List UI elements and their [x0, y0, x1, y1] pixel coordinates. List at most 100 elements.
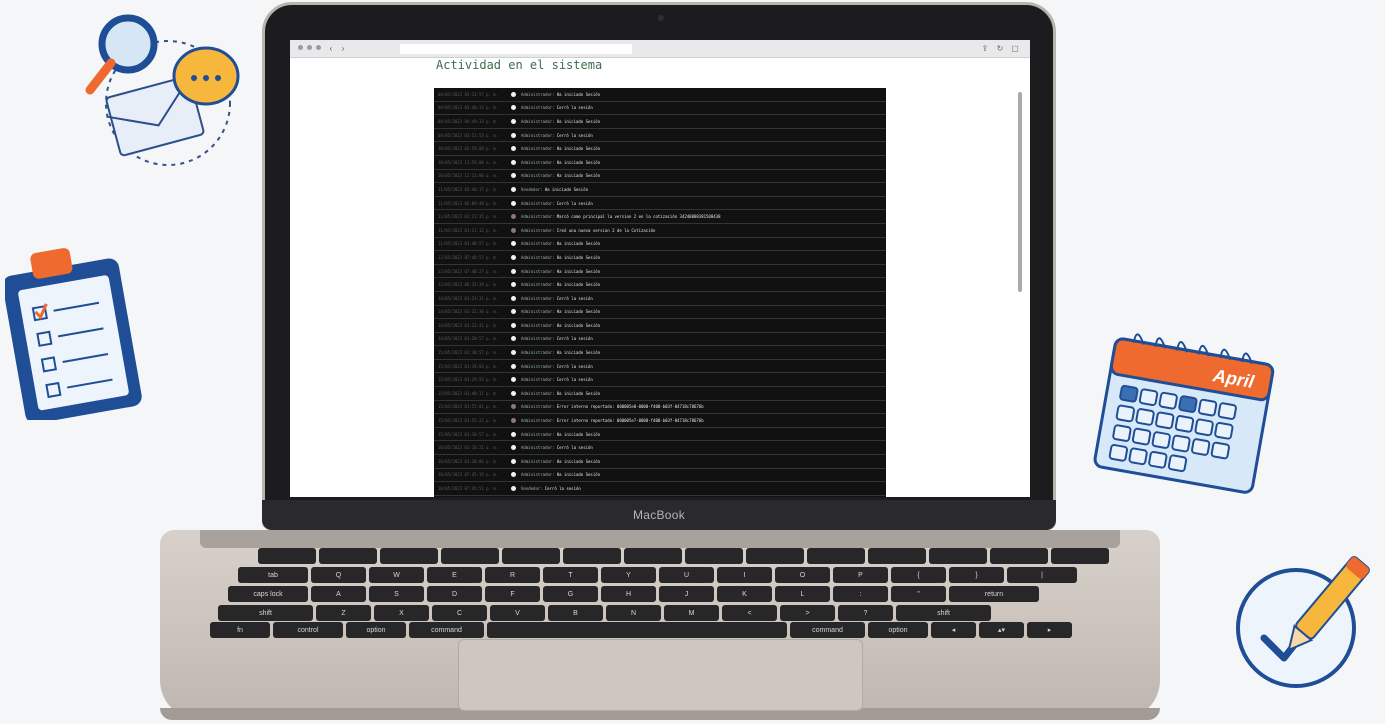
- keyboard-key[interactable]: [990, 548, 1048, 564]
- keyboard-key[interactable]: [929, 548, 987, 564]
- keyboard-key[interactable]: ": [891, 586, 946, 602]
- keyboard-key[interactable]: ?: [838, 605, 893, 621]
- keyboard-key[interactable]: [563, 548, 621, 564]
- keyboard-key[interactable]: [258, 548, 316, 564]
- keyboard-key[interactable]: I: [717, 567, 772, 583]
- keyboard-key[interactable]: V: [490, 605, 545, 621]
- log-message: Ha iniciado Sesión: [556, 241, 601, 247]
- keyboard-key[interactable]: [746, 548, 804, 564]
- keyboard-key[interactable]: [487, 622, 787, 638]
- keyboard-key[interactable]: C: [432, 605, 487, 621]
- keyboard-key[interactable]: ◂: [931, 622, 976, 638]
- maximize-dot[interactable]: [316, 45, 321, 50]
- keyboard-key[interactable]: H: [601, 586, 656, 602]
- keyboard-key[interactable]: }: [949, 567, 1004, 583]
- keyboard-key[interactable]: B: [548, 605, 603, 621]
- log-timestamp: 11/05/2023 01:21:35 p. m.: [438, 214, 499, 220]
- keyboard-key[interactable]: A: [311, 586, 366, 602]
- keyboard-key[interactable]: caps lock: [228, 586, 308, 602]
- log-message: Ha iniciado Sesión: [556, 282, 601, 288]
- activity-log: 04/05/2023 03:13:57 p. m. Administrador: H…: [434, 88, 886, 497]
- log-timestamp: 16/05/2023 01:20:06 p. m.: [438, 458, 499, 464]
- keyboard-key[interactable]: Z: [316, 605, 371, 621]
- keyboard-key[interactable]: option: [868, 622, 928, 638]
- log-actor: Administrador:: [521, 173, 555, 179]
- keyboard-key[interactable]: ▴▾: [979, 622, 1024, 638]
- close-dot[interactable]: [298, 45, 303, 50]
- keyboard-key[interactable]: L: [775, 586, 830, 602]
- keyboard-key[interactable]: tab: [238, 567, 308, 583]
- keyboard-key[interactable]: [868, 548, 926, 564]
- trackpad[interactable]: [458, 639, 863, 711]
- keyboard-key[interactable]: [319, 548, 377, 564]
- keyboard-key[interactable]: X: [374, 605, 429, 621]
- keyboard-key[interactable]: [441, 548, 499, 564]
- log-actor: Administrador:: [521, 309, 555, 315]
- log-actor: Administrador:: [521, 363, 555, 369]
- keyboard-key[interactable]: |: [1007, 567, 1077, 583]
- keyboard-key[interactable]: [624, 548, 682, 564]
- minimize-dot[interactable]: [307, 45, 312, 50]
- keyboard-key[interactable]: fn: [210, 622, 270, 638]
- back-button[interactable]: ‹: [326, 43, 336, 53]
- keyboard-key[interactable]: O: [775, 567, 830, 583]
- reload-icon[interactable]: ↻: [995, 43, 1005, 53]
- log-row: 15/05/2023 01:55:22 p. m. Administrador: E…: [434, 414, 886, 428]
- keyboard-key[interactable]: {: [891, 567, 946, 583]
- keyboard-row-modifiers: fn control option command command option ◂ ▴▾ ▸: [210, 622, 1072, 638]
- status-dot-icon: [511, 486, 516, 492]
- keyboard-key[interactable]: control: [273, 622, 343, 638]
- keyboard-key[interactable]: [502, 548, 560, 564]
- keyboard-key[interactable]: S: [369, 586, 424, 602]
- scrollbar[interactable]: [1018, 92, 1022, 292]
- status-dot-icon: [511, 186, 516, 192]
- keyboard-key[interactable]: [685, 548, 743, 564]
- status-dot-icon: [511, 268, 516, 274]
- status-dot-icon: [511, 377, 516, 383]
- log-message: Ha iniciado Sesión: [556, 431, 601, 437]
- keyboard-key[interactable]: Q: [311, 567, 366, 583]
- log-timestamp: 10/05/2023 12:11:06 p. m.: [438, 173, 499, 179]
- keyboard-key[interactable]: shift: [896, 605, 991, 621]
- keyboard-key[interactable]: <: [722, 605, 777, 621]
- tabs-icon[interactable]: ▢: [1010, 43, 1020, 53]
- forward-button[interactable]: ›: [338, 43, 348, 53]
- keyboard-key[interactable]: U: [659, 567, 714, 583]
- keyboard-key[interactable]: M: [664, 605, 719, 621]
- keyboard-key[interactable]: command: [790, 622, 865, 638]
- keyboard-key[interactable]: command: [409, 622, 484, 638]
- calendar-illustration: April: [1093, 333, 1275, 494]
- log-actor: Administrador:: [521, 322, 555, 328]
- status-dot-icon: [511, 159, 516, 165]
- keyboard-key[interactable]: N: [606, 605, 661, 621]
- keyboard: tab Q W E R T Y U I O P{} | caps lock A S D F G H J K L: " ret…: [210, 548, 1110, 638]
- keyboard-key[interactable]: [380, 548, 438, 564]
- clipboard-checklist-illustration: [5, 248, 142, 420]
- keyboard-key[interactable]: R: [485, 567, 540, 583]
- keyboard-key[interactable]: shift: [218, 605, 313, 621]
- address-bar[interactable]: [400, 44, 632, 54]
- log-timestamp: 04/05/2023 03:40:33 p. m.: [438, 105, 499, 111]
- keyboard-key[interactable]: option: [346, 622, 406, 638]
- keyboard-key[interactable]: W: [369, 567, 424, 583]
- keyboard-key[interactable]: >: [780, 605, 835, 621]
- log-row: 14/05/2023 01:20:57 p. m. Administrador: C…: [434, 333, 886, 347]
- keyboard-key[interactable]: K: [717, 586, 772, 602]
- keyboard-row-bottom: shift Z X C V B N M < >? shift: [218, 605, 991, 621]
- keyboard-key[interactable]: Y: [601, 567, 656, 583]
- log-message: Ha iniciado Sesión: [556, 309, 601, 315]
- keyboard-key[interactable]: [1051, 548, 1109, 564]
- keyboard-key[interactable]: G: [543, 586, 598, 602]
- share-icon[interactable]: ⇪: [980, 43, 990, 53]
- keyboard-key[interactable]: return: [949, 586, 1039, 602]
- keyboard-key[interactable]: E: [427, 567, 482, 583]
- log-actor: Administrador:: [521, 336, 555, 342]
- keyboard-key[interactable]: J: [659, 586, 714, 602]
- keyboard-key[interactable]: ▸: [1027, 622, 1072, 638]
- keyboard-key[interactable]: D: [427, 586, 482, 602]
- keyboard-key[interactable]: [807, 548, 865, 564]
- keyboard-key[interactable]: F: [485, 586, 540, 602]
- keyboard-key[interactable]: T: [543, 567, 598, 583]
- keyboard-key[interactable]: :: [833, 586, 888, 602]
- keyboard-key[interactable]: P: [833, 567, 888, 583]
